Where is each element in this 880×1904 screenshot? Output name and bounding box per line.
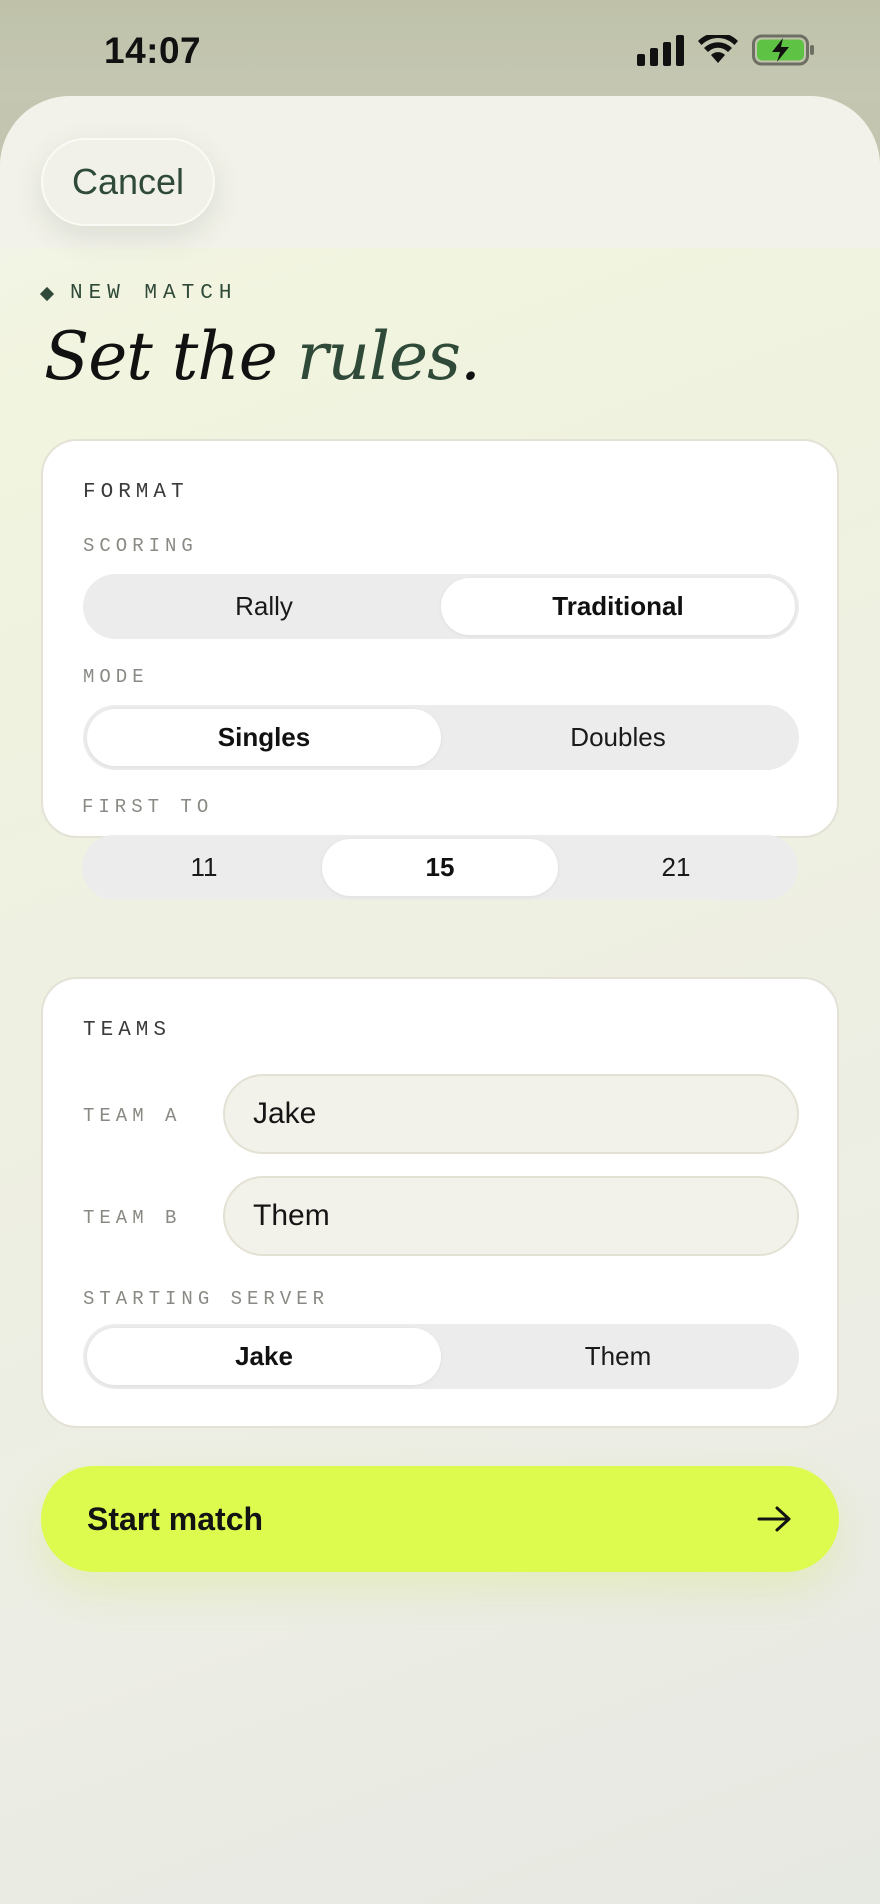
start-match-button[interactable]: Start match bbox=[41, 1466, 839, 1572]
page-title-end: . bbox=[459, 318, 481, 395]
page-title-accent: rules bbox=[296, 318, 461, 395]
scoring-option-rally[interactable]: Rally bbox=[87, 578, 441, 635]
scoring-label: SCORING bbox=[83, 535, 198, 557]
status-time: 14:07 bbox=[104, 30, 202, 71]
server-option-them[interactable]: Them bbox=[441, 1328, 795, 1385]
status-bar: 14:07 bbox=[0, 0, 880, 100]
start-match-label: Start match bbox=[87, 1500, 264, 1537]
cancel-button[interactable]: Cancel bbox=[41, 138, 215, 226]
first-to-option-15[interactable]: 15 bbox=[322, 839, 558, 896]
status-icons bbox=[637, 34, 816, 66]
format-card: FORMAT SCORING Rally Traditional MODE Si… bbox=[41, 439, 839, 838]
page-title: Set the rules. bbox=[44, 318, 481, 395]
new-match-sheet: Cancel NEW MATCH Set the rules. FORMAT S… bbox=[0, 96, 880, 1904]
first-to-option-21[interactable]: 21 bbox=[558, 839, 794, 896]
diamond-icon bbox=[39, 286, 55, 301]
mode-label: MODE bbox=[83, 666, 149, 688]
first-to-label: FIRST TO bbox=[82, 796, 214, 818]
format-title: FORMAT bbox=[83, 481, 189, 504]
mode-option-doubles[interactable]: Doubles bbox=[441, 709, 795, 766]
teams-card: TEAMS TEAM A TEAM B STARTING SERVER Jake… bbox=[41, 977, 839, 1428]
scoring-segmented-control: Rally Traditional bbox=[83, 574, 799, 639]
signal-icon bbox=[637, 34, 684, 66]
page-title-start: Set the bbox=[44, 318, 297, 395]
eyebrow: NEW MATCH bbox=[39, 282, 238, 305]
starting-server-label: STARTING SERVER bbox=[83, 1288, 330, 1310]
battery-charging-icon bbox=[752, 34, 816, 66]
sheet-header: Cancel bbox=[0, 96, 880, 248]
eyebrow-label: NEW MATCH bbox=[70, 282, 238, 305]
starting-server-segmented-control: Jake Them bbox=[83, 1324, 799, 1389]
team-a-label: TEAM A bbox=[83, 1105, 182, 1127]
team-a-input[interactable] bbox=[223, 1074, 799, 1154]
arrow-right-icon bbox=[757, 1505, 793, 1533]
mode-option-singles[interactable]: Singles bbox=[87, 709, 441, 766]
first-to-option-11[interactable]: 11 bbox=[86, 839, 322, 896]
first-to-segmented-control: 11 15 21 bbox=[82, 835, 798, 900]
wifi-icon bbox=[698, 35, 738, 65]
teams-title: TEAMS bbox=[83, 1019, 172, 1042]
scoring-option-traditional[interactable]: Traditional bbox=[441, 578, 795, 635]
team-b-input[interactable] bbox=[223, 1176, 799, 1256]
team-b-label: TEAM B bbox=[83, 1207, 182, 1229]
mode-segmented-control: Singles Doubles bbox=[83, 705, 799, 770]
server-option-jake[interactable]: Jake bbox=[87, 1328, 441, 1385]
